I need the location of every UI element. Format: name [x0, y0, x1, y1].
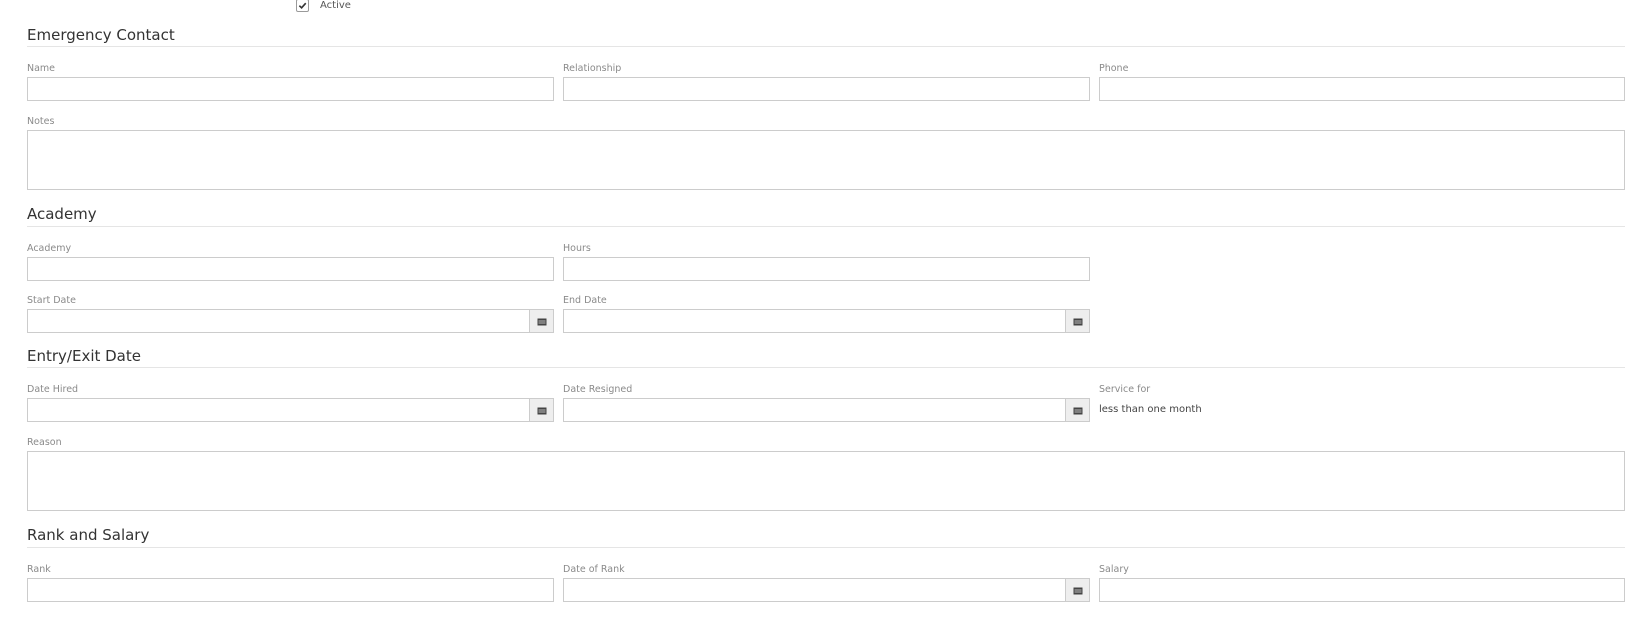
rank-input[interactable]	[27, 578, 554, 602]
section-title-emergency-contact: Emergency Contact	[27, 26, 175, 44]
name-label: Name	[27, 63, 56, 74]
salary-label: Salary	[1099, 564, 1129, 575]
section-title-rank-salary: Rank and Salary	[27, 526, 150, 544]
section-title-academy: Academy	[27, 205, 97, 223]
date-of-rank-input[interactable]	[563, 578, 1065, 602]
service-for-value: less than one month	[1099, 404, 1202, 415]
salary-input[interactable]	[1099, 578, 1625, 602]
date-of-rank-picker	[563, 578, 1090, 602]
employee-form: Active Emergency Contact Name Relationsh…	[0, 0, 1644, 620]
date-resigned-calendar-button[interactable]	[1065, 398, 1090, 422]
notes-textarea[interactable]	[27, 130, 1625, 190]
start-date-input[interactable]	[27, 309, 529, 333]
academy-input[interactable]	[27, 257, 554, 281]
calendar-icon	[537, 407, 546, 414]
reason-label: Reason	[27, 437, 62, 448]
date-of-rank-label: Date of Rank	[563, 564, 625, 575]
active-label: Active	[320, 0, 351, 11]
service-for-label: Service for	[1099, 384, 1151, 395]
rank-label: Rank	[27, 564, 51, 575]
calendar-icon	[1073, 318, 1082, 325]
section-divider	[27, 547, 1625, 548]
calendar-icon	[1073, 407, 1082, 414]
start-date-calendar-button[interactable]	[529, 309, 554, 333]
notes-label: Notes	[27, 116, 55, 127]
date-of-rank-calendar-button[interactable]	[1065, 578, 1090, 602]
hours-input[interactable]	[563, 257, 1090, 281]
section-divider	[27, 367, 1625, 368]
section-divider	[27, 226, 1625, 227]
emergency-name-input[interactable]	[27, 77, 554, 101]
academy-label: Academy	[27, 243, 72, 254]
calendar-icon	[1073, 587, 1082, 594]
start-date-picker	[27, 309, 554, 333]
section-divider	[27, 46, 1625, 47]
active-checkbox-row[interactable]: Active	[296, 0, 351, 13]
end-date-calendar-button[interactable]	[1065, 309, 1090, 333]
phone-input[interactable]	[1099, 77, 1625, 101]
end-date-label: End Date	[563, 295, 607, 306]
date-resigned-label: Date Resigned	[563, 384, 633, 395]
relationship-label: Relationship	[563, 63, 622, 74]
date-hired-label: Date Hired	[27, 384, 79, 395]
date-hired-picker	[27, 398, 554, 422]
active-checkbox[interactable]	[296, 0, 309, 12]
relationship-input[interactable]	[563, 77, 1090, 101]
date-resigned-input[interactable]	[563, 398, 1065, 422]
check-icon	[298, 2, 307, 9]
end-date-input[interactable]	[563, 309, 1065, 333]
hours-label: Hours	[563, 243, 591, 254]
end-date-picker	[563, 309, 1090, 333]
date-hired-calendar-button[interactable]	[529, 398, 554, 422]
reason-textarea[interactable]	[27, 451, 1625, 511]
calendar-icon	[537, 318, 546, 325]
phone-label: Phone	[1099, 63, 1129, 74]
date-resigned-picker	[563, 398, 1090, 422]
section-title-entry-exit: Entry/Exit Date	[27, 347, 141, 365]
start-date-label: Start Date	[27, 295, 76, 306]
date-hired-input[interactable]	[27, 398, 529, 422]
